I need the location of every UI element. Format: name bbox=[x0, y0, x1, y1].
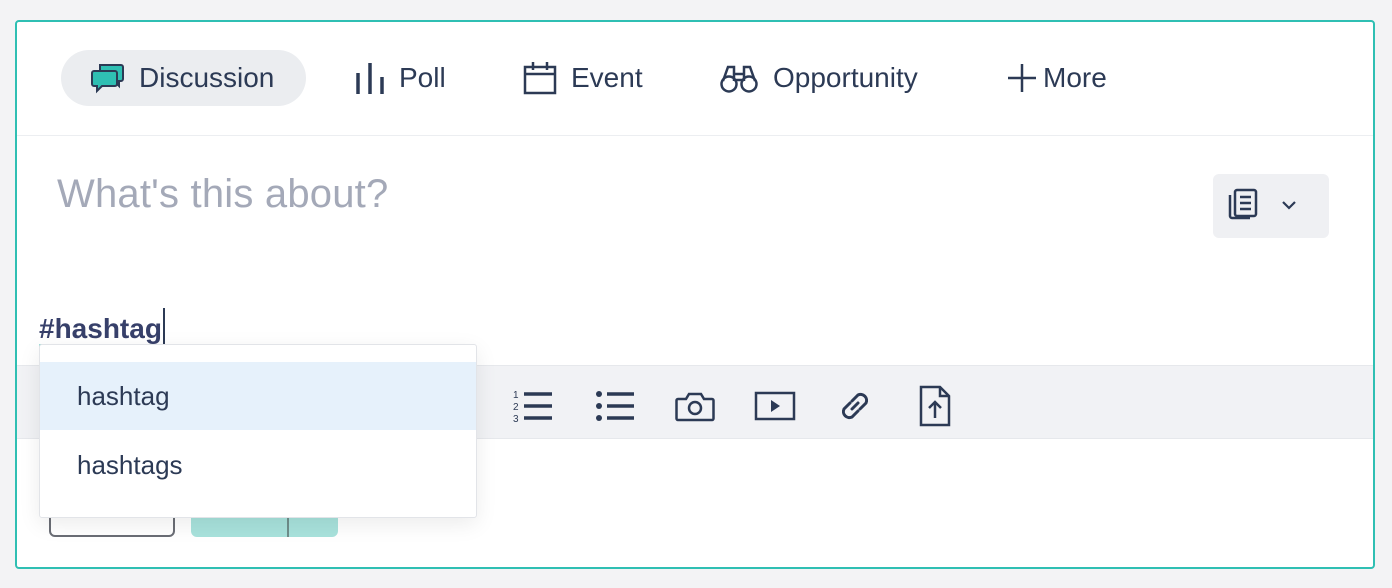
numbered-list-icon: 1 2 3 bbox=[512, 388, 554, 429]
link-button[interactable] bbox=[833, 386, 877, 430]
bullet-list-icon bbox=[595, 389, 635, 428]
tab-opportunity[interactable]: Opportunity bbox=[719, 50, 918, 106]
camera-icon bbox=[675, 390, 715, 427]
suggestion-item[interactable]: hashtag bbox=[40, 362, 476, 430]
tab-label: Event bbox=[571, 62, 643, 93]
tab-label: Poll bbox=[399, 62, 446, 93]
numbered-list-button[interactable]: 1 2 3 bbox=[511, 386, 555, 430]
tab-label: More bbox=[1043, 62, 1107, 93]
post-type-tabs: Discussion Poll Event Opportunity More bbox=[17, 22, 1373, 136]
title-input[interactable]: What's this about? bbox=[57, 172, 388, 217]
video-icon bbox=[754, 391, 796, 426]
svg-text:2: 2 bbox=[513, 402, 519, 413]
suggestion-item[interactable]: hashtags bbox=[40, 431, 476, 499]
binoculars-icon bbox=[719, 62, 759, 94]
tab-more[interactable]: More bbox=[1007, 50, 1107, 106]
text-caret bbox=[162, 308, 165, 344]
tab-label: Discussion bbox=[139, 62, 275, 93]
tab-discussion[interactable]: Discussion bbox=[61, 50, 307, 106]
hashtag-token: #hashtag bbox=[39, 313, 162, 347]
camera-button[interactable] bbox=[673, 386, 717, 430]
body-input[interactable]: #hashtag bbox=[39, 308, 165, 347]
chat-bubbles-icon bbox=[91, 62, 125, 94]
tab-label: Opportunity bbox=[773, 62, 918, 93]
chevron-down-icon bbox=[1281, 197, 1297, 215]
file-upload-icon bbox=[918, 384, 952, 433]
link-icon bbox=[836, 387, 874, 430]
bar-chart-icon bbox=[355, 61, 385, 95]
file-upload-button[interactable] bbox=[913, 384, 957, 433]
plus-icon bbox=[1007, 63, 1037, 93]
document-icon bbox=[1227, 188, 1259, 225]
post-type-select[interactable] bbox=[1213, 174, 1329, 238]
calendar-icon bbox=[523, 61, 557, 95]
video-button[interactable] bbox=[753, 386, 797, 430]
svg-text:3: 3 bbox=[513, 414, 519, 424]
bullet-list-button[interactable] bbox=[593, 386, 637, 430]
hashtag-suggestions: hashtag hashtags bbox=[39, 344, 477, 518]
editor-area: What's this about? #hashtag bbox=[17, 135, 1373, 365]
tab-poll[interactable]: Poll bbox=[355, 50, 446, 106]
tab-event[interactable]: Event bbox=[523, 50, 643, 106]
svg-text:1: 1 bbox=[513, 390, 519, 401]
